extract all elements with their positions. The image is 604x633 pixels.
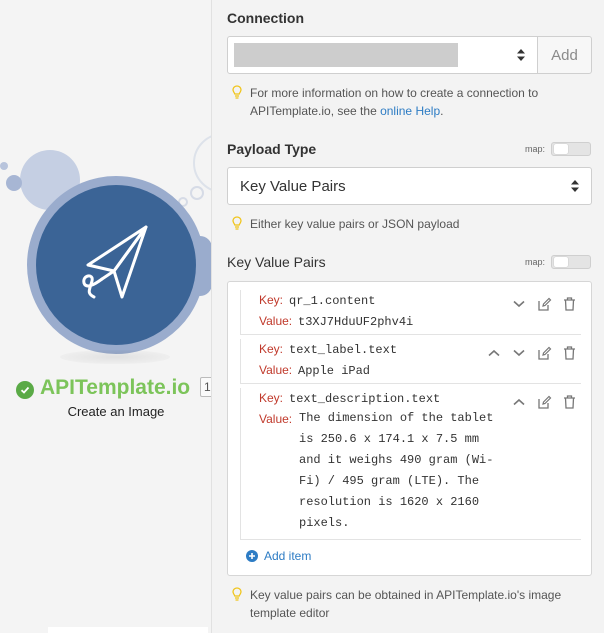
value-line: The dimension of the tablet <box>299 411 494 425</box>
payload-type-select[interactable]: Key Value Pairs <box>227 167 592 205</box>
value-label: Value: <box>259 314 293 328</box>
module-name: APITemplate.io <box>40 376 191 399</box>
kv-key-row: Key: qr_1.content <box>259 293 375 308</box>
map-label: map: <box>524 144 545 154</box>
plus-circle-icon <box>246 550 258 562</box>
select-arrows-icon <box>571 180 579 192</box>
payload-map-toggle[interactable]: map: <box>525 142 591 156</box>
kv-key-value: text_label.text <box>289 343 398 357</box>
connection-label: Connection <box>227 10 304 26</box>
kv-item-actions <box>486 296 577 312</box>
add-connection-button[interactable]: Add <box>537 36 592 74</box>
kv-hint: Key value pairs can be obtained in APITe… <box>232 586 582 622</box>
key-label: Key: <box>259 342 284 356</box>
value-label: Value: <box>259 363 293 377</box>
add-item-button[interactable]: Add item <box>246 549 311 563</box>
move-down-icon[interactable] <box>511 296 527 312</box>
kv-hint-text: Key value pairs can be obtained in APITe… <box>250 588 562 620</box>
key-value-pairs-label: Key Value Pairs <box>227 254 326 270</box>
add-item-label: Add item <box>264 549 312 563</box>
kv-item: Key: qr_1.content Value: t3XJ7HduUF2phv4i <box>240 290 581 335</box>
kv-key-value: text_description.text <box>289 392 441 406</box>
key-label: Key: <box>259 293 284 307</box>
trash-icon[interactable] <box>561 296 577 312</box>
kv-key-row: Key: text_label.text <box>259 342 397 357</box>
value-line: and it weighs 490 gram (Wi- <box>299 453 494 467</box>
payload-type-value: Key Value Pairs <box>240 178 346 195</box>
key-value-list: Key: qr_1.content Value: t3XJ7HduUF2phv4i … <box>227 281 592 576</box>
kv-key-value: qr_1.content <box>289 294 376 308</box>
trash-icon[interactable] <box>561 394 577 410</box>
connection-select[interactable] <box>227 36 538 74</box>
scenario-canvas[interactable]: APITemplate.io 1 Create an Image <box>0 0 212 633</box>
kv-value-multiline: The dimension of the tablet is 250.6 x 1… <box>299 408 509 534</box>
value-line: pixels. <box>299 516 350 530</box>
module-action: Create an Image <box>67 404 165 419</box>
switch-knob <box>554 144 568 154</box>
payload-type-label: Payload Type <box>227 141 317 157</box>
edit-icon[interactable] <box>536 394 552 410</box>
move-up-icon[interactable] <box>486 345 502 361</box>
move-up-icon[interactable] <box>511 394 527 410</box>
module-title-row: APITemplate.io <box>16 376 190 400</box>
map-switch[interactable] <box>551 142 591 156</box>
paper-plane-icon <box>82 225 148 299</box>
online-help-link[interactable]: online Help <box>380 104 440 118</box>
connection-value <box>234 43 458 67</box>
kv-key-row: Key: text_description.text <box>259 391 440 406</box>
edit-icon[interactable] <box>536 296 552 312</box>
decorative-bubble <box>6 175 22 191</box>
module-settings-panel: Connection Add For more information on h… <box>211 0 604 633</box>
value-line: is 250.6 x 174.1 x 7.5 mm <box>299 432 480 446</box>
kv-value-row: Value: t3XJ7HduUF2phv4i <box>259 314 413 329</box>
hint-text: . <box>440 104 444 118</box>
kv-item: Key: text_label.text Value: Apple iPad <box>240 339 581 384</box>
payload-hint: Either key value pairs or JSON payload <box>232 215 459 233</box>
kv-value-value: Apple iPad <box>298 364 371 378</box>
switch-knob <box>554 257 568 267</box>
canvas-footer-strip <box>48 627 208 633</box>
map-label: map: <box>524 257 545 267</box>
decorative-bubble <box>0 162 8 170</box>
decorative-ring <box>193 133 212 193</box>
select-arrows-icon <box>517 49 525 61</box>
module-shadow <box>60 350 170 364</box>
connection-hint-text: For more information on how to create a … <box>250 84 572 120</box>
kv-map-toggle[interactable]: map: <box>525 255 591 269</box>
value-line: resolution is 1620 x 2160 <box>299 495 480 509</box>
kv-item: Key: text_description.text Value: The dim… <box>240 388 581 540</box>
value-line: Fi) / 495 gram (LTE). The <box>299 474 480 488</box>
lightbulb-icon <box>232 587 242 601</box>
check-icon <box>16 381 34 399</box>
key-label: Key: <box>259 391 284 405</box>
kv-value-row: Value: <box>259 412 298 426</box>
edit-icon[interactable] <box>536 345 552 361</box>
trash-icon[interactable] <box>561 345 577 361</box>
kv-value-row: Value: Apple iPad <box>259 363 370 378</box>
lightbulb-icon <box>232 85 242 99</box>
value-label: Value: <box>259 412 293 426</box>
connection-hint: For more information on how to create a … <box>232 84 572 120</box>
module-node[interactable] <box>36 185 196 345</box>
map-switch[interactable] <box>551 255 591 269</box>
kv-item-actions <box>486 394 577 410</box>
lightbulb-icon <box>232 216 242 230</box>
kv-item-actions <box>486 345 577 361</box>
payload-hint-text: Either key value pairs or JSON payload <box>250 217 460 231</box>
kv-value-value: t3XJ7HduUF2phv4i <box>298 315 414 329</box>
decorative-ring <box>190 186 204 200</box>
move-down-icon[interactable] <box>511 345 527 361</box>
